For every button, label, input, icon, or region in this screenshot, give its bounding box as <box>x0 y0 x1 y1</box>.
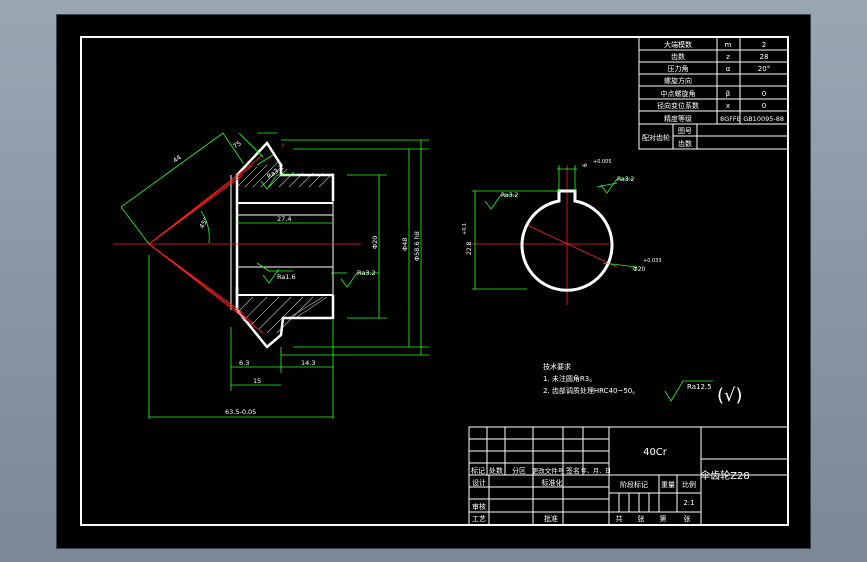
param-sym-5: x <box>726 102 730 110</box>
tb-sheet-total: 共 <box>616 514 623 523</box>
dim-phi20: Φ20 <box>371 236 379 249</box>
tb-date: 年、月、日 <box>581 467 611 475</box>
tb-weight: 重量 <box>661 481 675 489</box>
param-name-0: 大端模数 <box>664 40 692 49</box>
notes-title: 技术要求 <box>543 362 571 371</box>
param-name-3: 螺旋方向 <box>664 76 692 85</box>
notes-item-1: 1. 未注圆角R3。 <box>543 374 596 383</box>
engineering-drawing: 大端模数 m 2 齿数 z 28 压力角 α 20° 螺旋方向 中点螺旋角 β … <box>80 36 789 526</box>
param-val-0: 2 <box>762 41 766 49</box>
gear-upper-outline <box>235 140 335 201</box>
technical-notes: 技术要求 1. 未注圆角R3。 2. 齿部调质处理HRC40~50。 <box>543 362 639 395</box>
tb-approve: 批准 <box>544 514 558 523</box>
param-val-5: 0 <box>762 102 766 110</box>
mate-row-1: 齿数 <box>678 139 692 148</box>
tb-sheet-no: 第 <box>660 514 667 523</box>
section-hatch <box>236 160 334 334</box>
hub-dim: 22.8 <box>466 241 473 255</box>
dim-63: 63.5-0.05 <box>225 408 256 416</box>
tb-standardize: 标准化 <box>542 478 563 487</box>
part-name-text: 伞齿轮Z28 <box>700 469 750 482</box>
keyway-width: 6 <box>582 163 589 167</box>
dim-14-3: 14.3 <box>301 359 315 367</box>
dim-phi58: Φ58.6 h8 <box>413 231 421 261</box>
bore-dim-lines <box>472 165 638 290</box>
tb-design: 设计 <box>472 478 486 487</box>
param-sym-2: α <box>726 65 731 73</box>
drawing-frame <box>80 36 789 526</box>
dim-27-4: 27.4 <box>277 215 291 223</box>
ra-general-paren: (√) <box>717 385 743 406</box>
tb-sheet-unit: 张 <box>638 514 645 523</box>
tb-count: 处数 <box>489 466 503 475</box>
tb-scale-val: 2:1 <box>683 499 694 507</box>
param-val-4: 0 <box>762 90 766 98</box>
tb-check: 审核 <box>472 502 486 511</box>
bore-end-view: 6 +0.005 22.8 +0.1 Φ20 +0.033 Ra3.2 Ra3.… <box>462 159 662 305</box>
param-name-4: 中点螺旋角 <box>661 89 696 98</box>
param-name-5: 径向变位系数 <box>657 101 699 110</box>
dim-phi48: Φ48 <box>401 238 409 251</box>
ra-hub: Ra3.2 <box>501 192 518 199</box>
ra-bore: Ra1.6 <box>277 273 296 281</box>
tb-sheet-unit2: 张 <box>684 514 691 523</box>
dim-6-3: 6.3 <box>239 359 249 367</box>
param-sym-0: m <box>725 41 732 49</box>
bevel-gear-section: 44 75 45° 27.4 Φ20 Φ48 Φ58.6 h8 6.3 14.3… <box>113 132 429 419</box>
tb-zone: 分区 <box>512 466 526 475</box>
ra-face: Ra3.2 <box>357 269 376 277</box>
param-sym-1: z <box>726 53 730 61</box>
general-surface-finish: Ra12.5 (√) <box>664 380 743 406</box>
notes-item-2: 2. 齿部调质处理HRC40~50。 <box>543 386 639 395</box>
param-val-1: 28 <box>760 53 769 61</box>
ra-general: Ra12.5 <box>687 383 712 391</box>
param-val-6: 8GFFB GB10095-88 <box>720 115 784 123</box>
param-name-6: 精度等级 <box>664 114 692 123</box>
tb-stage-mark: 阶段标记 <box>620 480 648 489</box>
mate-row-0: 图号 <box>678 127 692 135</box>
param-name-1: 齿数 <box>671 52 685 61</box>
cad-viewport[interactable]: 大端模数 m 2 齿数 z 28 压力角 α 20° 螺旋方向 中点螺旋角 β … <box>56 14 811 549</box>
tb-change-doc: 更改文件号 <box>532 466 565 475</box>
ra-keyway: Ra3.2 <box>617 176 634 183</box>
dim-15: 15 <box>253 377 261 385</box>
param-name-2: 压力角 <box>668 64 689 73</box>
material-text: 40Cr <box>643 447 668 458</box>
bore-dim-text: 6 +0.005 22.8 +0.1 Φ20 +0.033 Ra3.2 Ra3.… <box>462 159 662 273</box>
tb-process: 工艺 <box>472 515 486 523</box>
ra-upper: Ra3.2 <box>265 163 285 180</box>
bore-dia: Φ20 <box>633 266 646 273</box>
param-sym-4: β <box>726 90 730 98</box>
param-table-text: 大端模数 m 2 齿数 z 28 压力角 α 20° 螺旋方向 中点螺旋角 β … <box>642 40 784 148</box>
param-val-2: 20° <box>758 65 770 73</box>
section-dim-text: 44 75 45° 27.4 Φ20 Φ48 Φ58.6 h8 6.3 14.3… <box>171 139 421 416</box>
bore-tol: +0.033 <box>643 258 662 264</box>
tb-mark: 标记 <box>471 466 485 475</box>
tb-scale: 比例 <box>682 480 696 489</box>
keyway-tol: +0.005 <box>593 159 612 165</box>
tb-sign: 签名 <box>566 466 580 475</box>
mate-gear-label: 配对齿轮 <box>642 133 670 142</box>
hub-tol: +0.1 <box>462 223 468 235</box>
